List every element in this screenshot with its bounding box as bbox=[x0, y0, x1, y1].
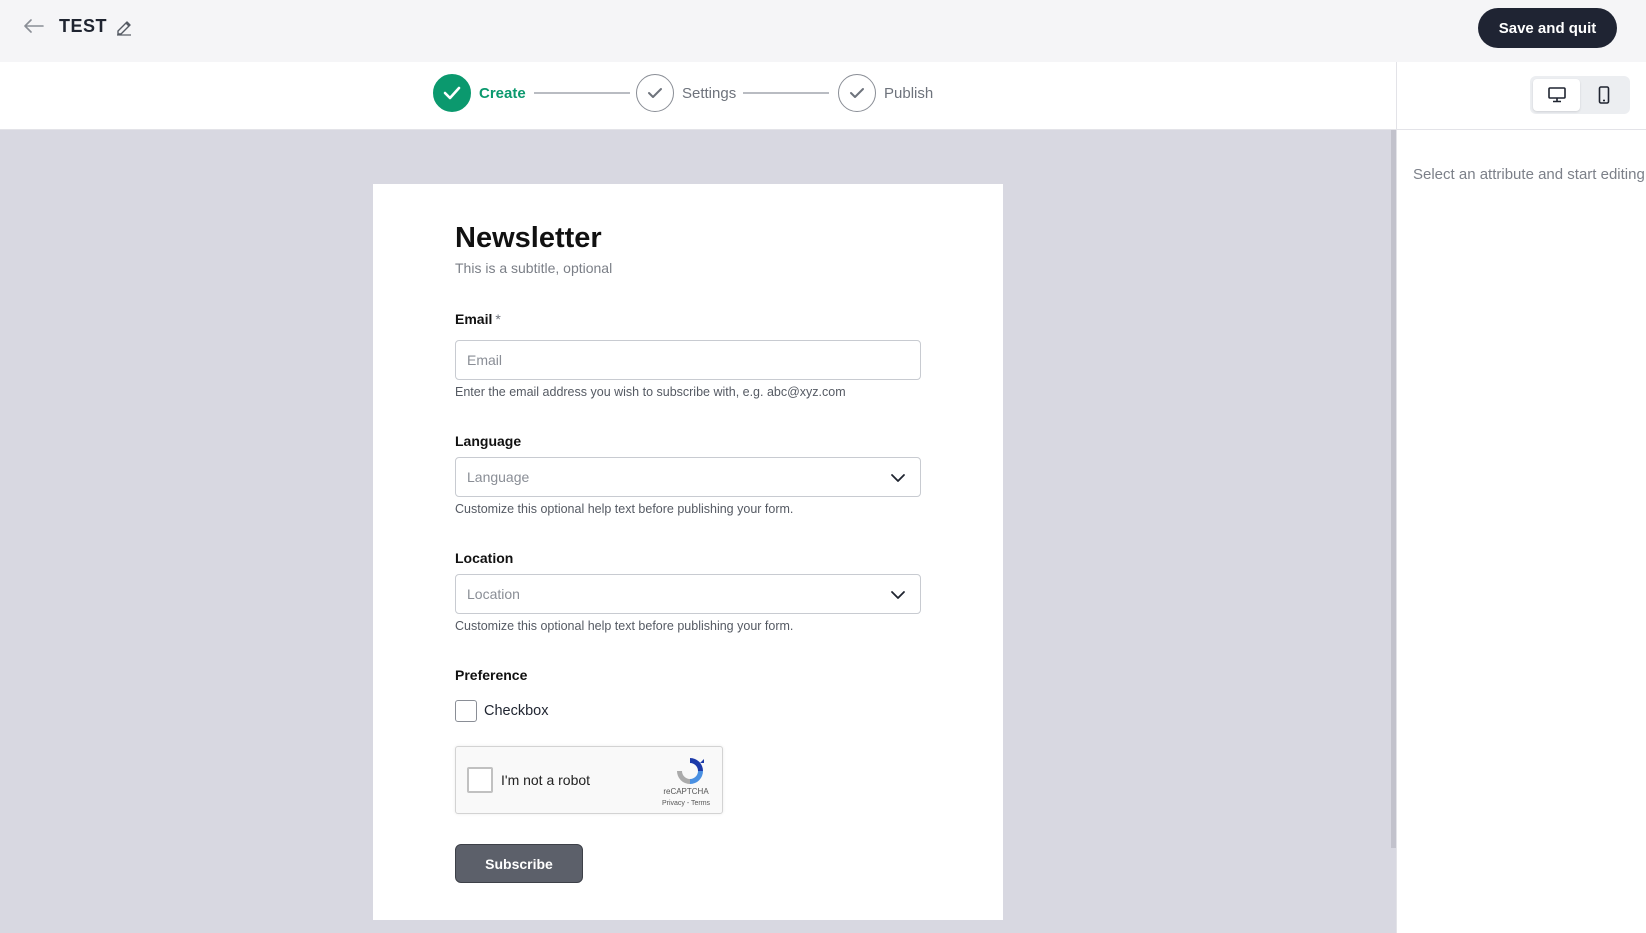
step-connector bbox=[534, 92, 630, 94]
location-select[interactable]: Location bbox=[455, 574, 921, 614]
preference-label: Preference bbox=[455, 667, 528, 683]
email-label-text: Email bbox=[455, 311, 493, 327]
check-icon bbox=[648, 88, 662, 98]
form-subtitle[interactable]: This is a subtitle, optional bbox=[455, 260, 612, 276]
check-icon bbox=[443, 86, 461, 100]
language-help-text: Customize this optional help text before… bbox=[455, 502, 794, 516]
chevron-down-icon bbox=[891, 591, 905, 599]
language-label: Language bbox=[455, 433, 522, 449]
attribute-panel: Select an attribute and start editing bbox=[1396, 62, 1646, 933]
preference-checkbox[interactable]: Checkbox bbox=[455, 700, 548, 722]
top-bar: TEST Save and quit bbox=[0, 0, 1646, 62]
arrow-left-icon bbox=[24, 19, 44, 33]
email-label: Email * bbox=[455, 311, 501, 327]
form-title: TEST bbox=[59, 16, 108, 36]
back-button[interactable] bbox=[22, 14, 46, 38]
stepper-bar: Create Settings Publish bbox=[0, 62, 1396, 130]
step-publish-circle bbox=[838, 74, 876, 112]
step-create[interactable]: Create bbox=[433, 74, 526, 112]
step-connector bbox=[743, 92, 829, 94]
step-publish[interactable]: Publish bbox=[838, 74, 933, 112]
step-create-circle bbox=[433, 74, 471, 112]
recaptcha-checkbox[interactable] bbox=[467, 767, 493, 793]
device-toggle bbox=[1530, 76, 1630, 114]
mobile-view-button[interactable] bbox=[1580, 79, 1627, 111]
subscribe-button[interactable]: Subscribe bbox=[455, 844, 583, 883]
recaptcha-widget: I'm not a robot reCAPTCHA Privacy - Term… bbox=[455, 746, 723, 814]
edit-title-button[interactable] bbox=[113, 16, 135, 38]
canvas-scrollbar[interactable] bbox=[1391, 130, 1396, 848]
step-create-label: Create bbox=[479, 84, 526, 102]
location-select-placeholder: Location bbox=[467, 586, 520, 602]
checkbox-label: Checkbox bbox=[484, 703, 549, 719]
step-settings-circle bbox=[636, 74, 674, 112]
desktop-view-button[interactable] bbox=[1533, 79, 1580, 111]
recaptcha-brand: reCAPTCHA bbox=[663, 787, 709, 796]
mobile-icon bbox=[1598, 86, 1609, 104]
recaptcha-links[interactable]: Privacy - Terms bbox=[650, 800, 722, 807]
form-heading[interactable]: Newsletter bbox=[455, 222, 602, 255]
location-label: Location bbox=[455, 550, 514, 566]
step-publish-label: Publish bbox=[884, 84, 934, 102]
recaptcha-label: I'm not a robot bbox=[501, 772, 591, 788]
chevron-down-icon bbox=[891, 474, 905, 482]
attribute-panel-header bbox=[1397, 62, 1646, 130]
recaptcha-logo-icon bbox=[677, 758, 704, 784]
email-help-text: Enter the email address you wish to subs… bbox=[455, 385, 846, 399]
required-mark: * bbox=[495, 311, 501, 327]
checkbox-box[interactable] bbox=[455, 700, 477, 722]
check-icon bbox=[850, 88, 864, 98]
desktop-icon bbox=[1547, 87, 1566, 103]
save-and-quit-button[interactable]: Save and quit bbox=[1478, 8, 1617, 48]
step-settings-label: Settings bbox=[682, 84, 737, 102]
email-input[interactable] bbox=[455, 340, 921, 380]
step-settings[interactable]: Settings bbox=[636, 74, 736, 112]
form-preview-card[interactable]: Newsletter This is a subtitle, optional … bbox=[373, 184, 1003, 920]
language-select[interactable]: Language bbox=[455, 457, 921, 497]
location-help-text: Customize this optional help text before… bbox=[455, 619, 794, 633]
attribute-panel-hint: Select an attribute and start editing bbox=[1413, 166, 1645, 183]
pencil-icon bbox=[117, 21, 131, 36]
language-select-placeholder: Language bbox=[467, 469, 530, 485]
